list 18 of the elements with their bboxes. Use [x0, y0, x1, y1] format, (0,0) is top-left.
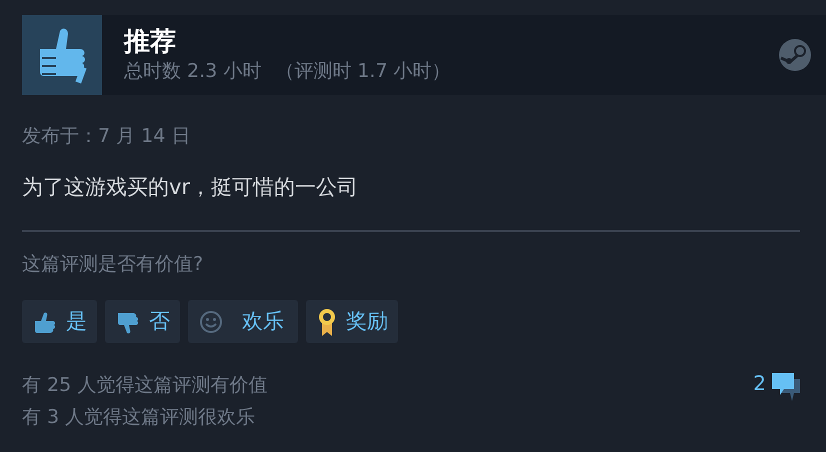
no-button[interactable]: 否: [105, 300, 180, 343]
playtime-text: 总时数 2.3 小时: [124, 59, 262, 84]
comment-count: 2: [753, 370, 766, 397]
funny-button[interactable]: 欢乐: [188, 300, 298, 343]
thumbs-up-icon: [22, 15, 102, 95]
speech-bubbles-icon[interactable]: [770, 371, 802, 403]
posted-date: 发布于：7 月 14 日: [22, 124, 192, 149]
award-ribbon-icon: [316, 306, 338, 336]
smiley-icon: [198, 308, 224, 334]
playtime-at-review-text: （评测时 1.7 小时）: [275, 59, 451, 84]
helpful-prompt: 这篇评测是否有价值?: [22, 252, 204, 277]
stat-text: 有 3 人觉得这篇评测很欢乐: [22, 405, 256, 430]
stat-text: 有 25 人觉得这篇评测有价值: [22, 373, 268, 398]
verdict-title: 推荐: [124, 26, 177, 58]
review-text: 为了这游戏买的vr，挺可惜的一公司: [22, 174, 360, 201]
award-button[interactable]: 奖励: [306, 300, 398, 343]
yes-button[interactable]: 是: [22, 300, 97, 343]
steam-logo-icon: [778, 38, 812, 72]
